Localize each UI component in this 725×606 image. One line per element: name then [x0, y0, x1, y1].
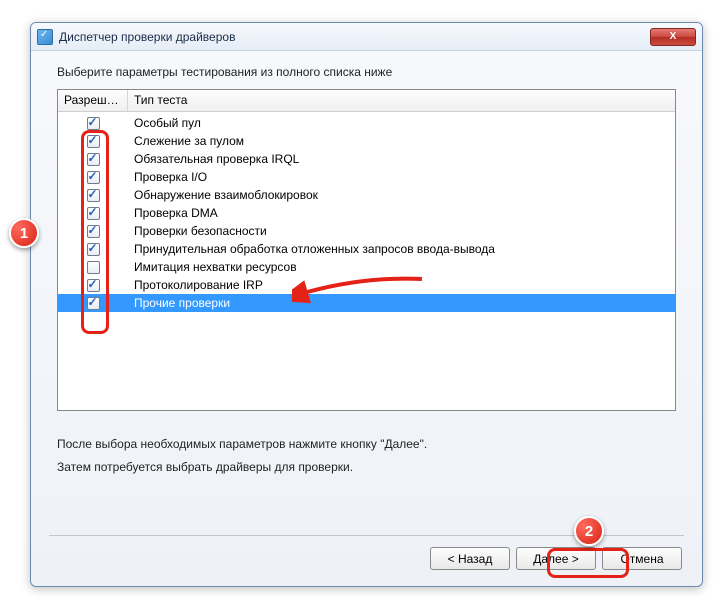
hint-block: После выбора необходимых параметров нажм… [57, 433, 676, 479]
test-label: Особый пул [128, 116, 675, 130]
test-checkbox[interactable] [87, 225, 100, 238]
checkbox-cell [58, 261, 128, 274]
instruction-text: Выберите параметры тестирования из полно… [57, 65, 676, 79]
test-listbox[interactable]: Разреше... Тип теста Особый пул Слежение … [57, 89, 676, 411]
checkbox-cell [58, 297, 128, 310]
next-button[interactable]: Далее > [516, 547, 596, 570]
checkbox-cell [58, 117, 128, 130]
test-label: Протоколирование IRP [128, 278, 675, 292]
list-item[interactable]: Проверки безопасности [58, 222, 675, 240]
checkbox-cell [58, 279, 128, 292]
list-item[interactable]: Принудительная обработка отложенных запр… [58, 240, 675, 258]
titlebar: Диспетчер проверки драйверов X [31, 23, 702, 51]
test-checkbox[interactable] [87, 153, 100, 166]
test-label: Проверки безопасности [128, 224, 675, 238]
test-label: Имитация нехватки ресурсов [128, 260, 675, 274]
hint-line-2: Затем потребуется выбрать драйверы для п… [57, 456, 676, 479]
list-item[interactable]: Протоколирование IRP [58, 276, 675, 294]
test-checkbox[interactable] [87, 279, 100, 292]
marker-2: 2 [574, 516, 604, 546]
list-item[interactable]: Имитация нехватки ресурсов [58, 258, 675, 276]
checkbox-cell [58, 189, 128, 202]
back-button[interactable]: < Назад [430, 547, 510, 570]
test-checkbox[interactable] [87, 297, 100, 310]
list-item[interactable]: Обнаружение взаимоблокировок [58, 186, 675, 204]
test-label: Слежение за пулом [128, 134, 675, 148]
list-body: Особый пул Слежение за пулом Обязательная … [58, 112, 675, 312]
checkbox-cell [58, 171, 128, 184]
list-item[interactable]: Обязательная проверка IRQL [58, 150, 675, 168]
test-label: Прочие проверки [128, 296, 675, 310]
test-label: Проверка I/O [128, 170, 675, 184]
window-title: Диспетчер проверки драйверов [59, 30, 235, 44]
column-allow[interactable]: Разреше... [58, 90, 128, 111]
app-icon [37, 29, 53, 45]
dialog-window: Диспетчер проверки драйверов X Выберите … [30, 22, 703, 587]
test-label: Принудительная обработка отложенных запр… [128, 242, 675, 256]
list-item[interactable]: Проверка I/O [58, 168, 675, 186]
checkbox-cell [58, 135, 128, 148]
test-checkbox[interactable] [87, 243, 100, 256]
cancel-button[interactable]: Отмена [602, 547, 682, 570]
test-checkbox[interactable] [87, 135, 100, 148]
marker-1: 1 [9, 218, 39, 248]
list-item[interactable]: Особый пул [58, 114, 675, 132]
content-area: Выберите параметры тестирования из полно… [31, 51, 702, 489]
checkbox-cell [58, 153, 128, 166]
test-checkbox[interactable] [87, 171, 100, 184]
test-checkbox[interactable] [87, 117, 100, 130]
list-header: Разреше... Тип теста [58, 90, 675, 112]
close-button[interactable]: X [650, 28, 696, 46]
hint-line-1: После выбора необходимых параметров нажм… [57, 433, 676, 456]
test-label: Обнаружение взаимоблокировок [128, 188, 675, 202]
checkbox-cell [58, 243, 128, 256]
test-label: Проверка DMA [128, 206, 675, 220]
column-type[interactable]: Тип теста [128, 90, 675, 111]
test-label: Обязательная проверка IRQL [128, 152, 675, 166]
checkbox-cell [58, 225, 128, 238]
checkbox-cell [58, 207, 128, 220]
close-icon: X [670, 31, 677, 42]
test-checkbox[interactable] [87, 207, 100, 220]
list-item[interactable]: Слежение за пулом [58, 132, 675, 150]
list-item[interactable]: Прочие проверки [58, 294, 675, 312]
list-item[interactable]: Проверка DMA [58, 204, 675, 222]
button-row: < Назад Далее > Отмена [430, 547, 682, 570]
test-checkbox[interactable] [87, 189, 100, 202]
test-checkbox[interactable] [87, 261, 100, 274]
